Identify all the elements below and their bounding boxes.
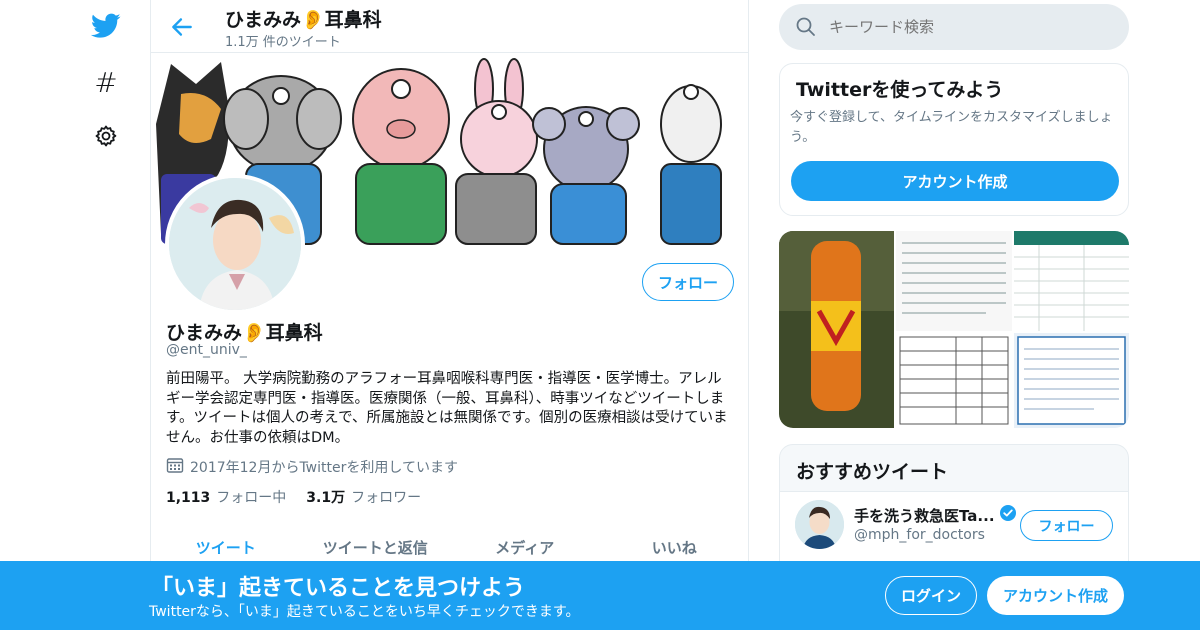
profile-name: ひまみみ👂耳鼻科 <box>166 322 323 344</box>
signup-card-title: Twitterを使ってみよう <box>796 79 1004 101</box>
recommended-name[interactable]: 手を洗う救急医Ta... <box>854 505 995 526</box>
follow-stats: 1,113 フォロー中 3.1万 フォロワー <box>166 487 421 507</box>
media-thumb-table[interactable] <box>1014 231 1129 428</box>
left-nav: # <box>80 0 140 630</box>
bottom-bar-subtitle: Twitterなら、「いま」起きていることをいち早くチェックできます。 <box>149 604 580 620</box>
search-input[interactable] <box>829 4 1119 50</box>
recommended-handle: @mph_for_doctors <box>854 527 985 543</box>
following-label: フォロー中 <box>216 490 287 506</box>
follow-button[interactable]: フォロー <box>642 263 734 301</box>
recommended-title: おすすめツイート <box>796 461 949 483</box>
search-icon <box>795 16 817 38</box>
search-box <box>779 4 1129 50</box>
following-count: 1,113 <box>166 490 211 506</box>
media-thumbnails <box>779 231 1129 428</box>
create-account-button[interactable]: アカウント作成 <box>791 161 1119 201</box>
header-tweet-count: 1.1万 件のツイート <box>225 35 341 50</box>
calendar-icon <box>166 456 184 478</box>
profile-header-bar: ひまみみ👂耳鼻科 1.1万 件のツイート <box>151 0 748 53</box>
bottom-create-account-button[interactable]: アカウント作成 <box>987 576 1124 615</box>
media-thumb-documents[interactable] <box>896 231 1012 428</box>
followers-count: 3.1万 <box>306 490 346 506</box>
followers-stat[interactable]: 3.1万 フォロワー <box>306 487 421 507</box>
header-profile-name: ひまみみ👂耳鼻科 <box>225 9 382 31</box>
joined-text: 2017年12月からTwitterを利用しています <box>190 460 458 476</box>
signup-card-subtitle: 今すぐ登録して、タイムラインをカスタマイズしましょう。 <box>790 110 1113 145</box>
twitter-bird-icon[interactable] <box>88 8 124 44</box>
signup-card: Twitterを使ってみよう 今すぐ登録して、タイムラインをカスタマイズしましょ… <box>779 63 1129 216</box>
recommended-account[interactable]: 手を洗う救急医Ta... @mph_for_doctors フォロー <box>780 491 1128 561</box>
recommended-name-row: 手を洗う救急医Ta... <box>854 504 1017 526</box>
followers-label: フォロワー <box>351 490 422 506</box>
recommended-avatar[interactable] <box>795 500 844 549</box>
media-thumb-drink[interactable] <box>779 231 894 428</box>
verified-badge-icon <box>999 504 1017 526</box>
profile-bio: 前田陽平。 大学病院勤務のアラフォー耳鼻咽喉科専門医・指導医・医学博士。アレルギ… <box>166 371 728 446</box>
login-button[interactable]: ログイン <box>885 576 977 615</box>
bottom-signup-bar: 「いま」起きていることを見つけよう Twitterなら、「いま」起きていることを… <box>0 561 1200 630</box>
joined-date: 2017年12月からTwitterを利用しています <box>166 456 458 478</box>
profile-handle[interactable]: @ent_univ_ <box>166 342 247 358</box>
bottom-bar-title: 「いま」起きていることを見つけよう <box>151 576 526 601</box>
profile-column: ひまみみ👂耳鼻科 1.1万 件のツイート フォロー ひまみみ👂耳鼻科 @ent_… <box>150 0 749 630</box>
settings-gear-icon[interactable] <box>88 118 124 154</box>
back-arrow-icon[interactable] <box>169 14 195 40</box>
recommended-follow-button[interactable]: フォロー <box>1020 510 1113 541</box>
profile-avatar[interactable] <box>165 174 305 314</box>
hashtag-icon[interactable]: # <box>88 64 124 100</box>
following-stat[interactable]: 1,113 フォロー中 <box>166 487 286 507</box>
